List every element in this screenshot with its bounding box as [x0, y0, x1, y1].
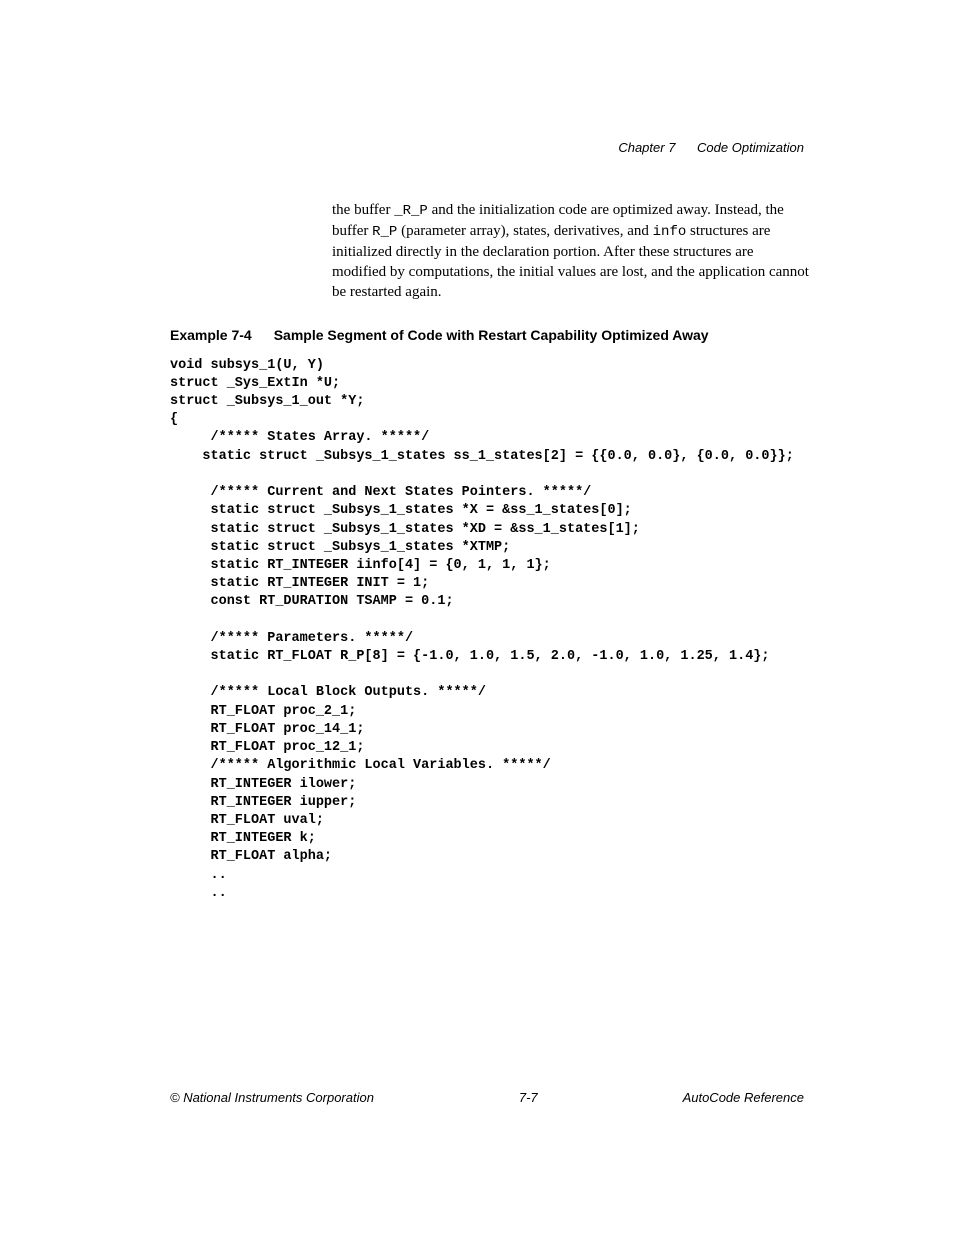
- footer-page-number: 7-7: [519, 1090, 538, 1105]
- para-text: (parameter array), states, derivatives, …: [397, 223, 652, 239]
- body-paragraph: the buffer _R_P and the initialization c…: [332, 200, 809, 303]
- inline-code: R_P: [372, 224, 397, 240]
- page-content: the buffer _R_P and the initialization c…: [0, 0, 954, 903]
- page-footer: © National Instruments Corporation 7-7 A…: [170, 1090, 804, 1105]
- example-title: Sample Segment of Code with Restart Capa…: [274, 327, 709, 343]
- page-header: Chapter 7 Code Optimization: [618, 140, 804, 155]
- para-text: the buffer: [332, 202, 394, 218]
- inline-code: info: [653, 224, 687, 240]
- chapter-label: Chapter 7: [618, 140, 675, 155]
- inline-code: _R_P: [394, 203, 428, 219]
- code-block: void subsys_1(U, Y) struct _Sys_ExtIn *U…: [170, 357, 809, 904]
- footer-copyright: © National Instruments Corporation: [170, 1090, 374, 1105]
- footer-doc-title: AutoCode Reference: [683, 1090, 804, 1105]
- chapter-title: Code Optimization: [697, 140, 804, 155]
- example-heading: Example 7-4 Sample Segment of Code with R…: [170, 327, 809, 343]
- example-label: Example 7-4: [170, 327, 252, 343]
